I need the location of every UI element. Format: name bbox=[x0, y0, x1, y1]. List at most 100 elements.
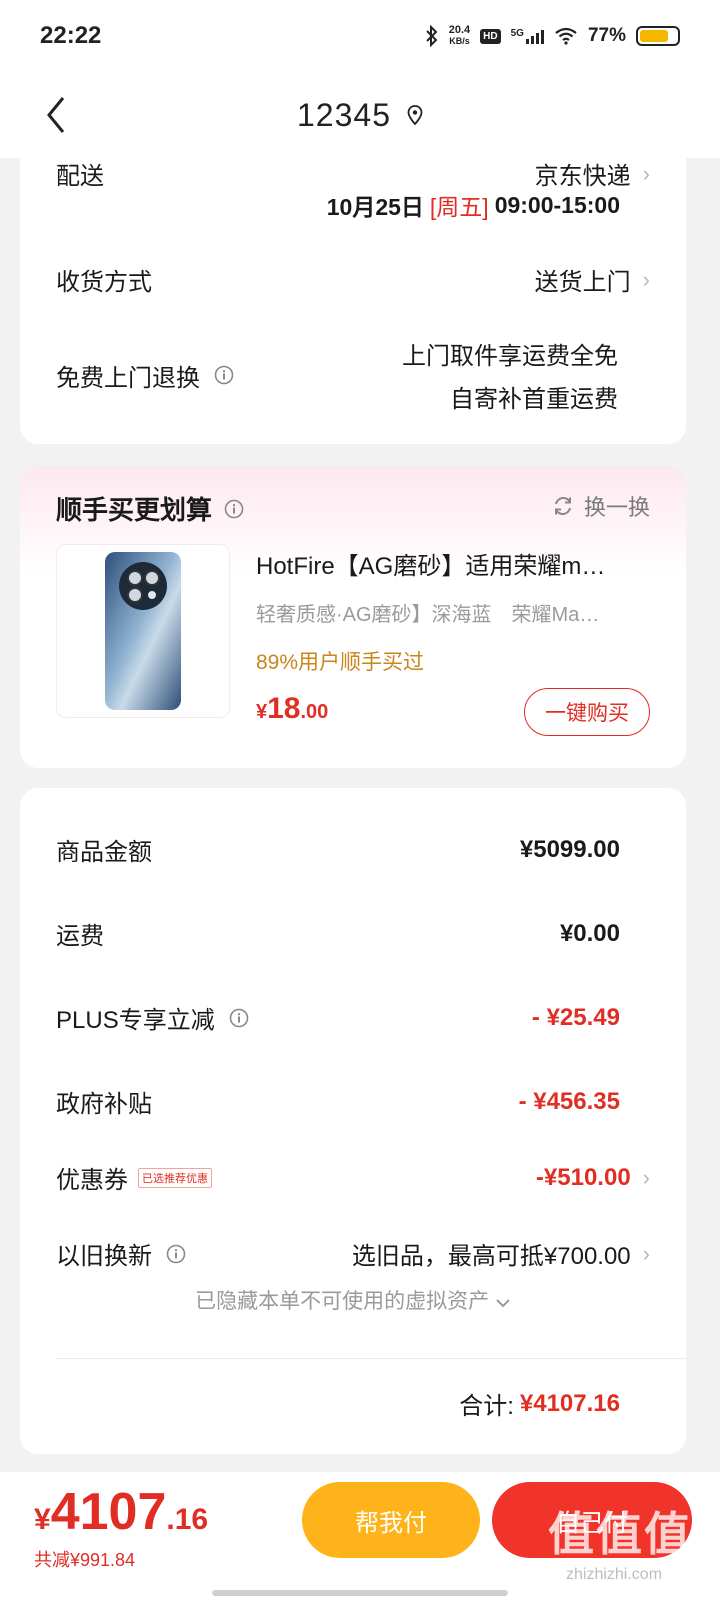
status-icons: 20.4 KB/s HD 5G 77% bbox=[425, 25, 680, 47]
cellular-signal-icon: 5G bbox=[511, 28, 544, 44]
total-row: 合计: ¥4107.16 bbox=[56, 1386, 650, 1421]
divider bbox=[56, 1358, 686, 1359]
schedule-value: 10月25日 [周五] 09:00-15:00 bbox=[327, 188, 620, 222]
recommend-title: 顺手买更划算 bbox=[56, 495, 213, 525]
location-pin-icon bbox=[407, 105, 423, 125]
schedule-row[interactable]: 10月25日 [周五] 09:00-15:00 bbox=[56, 188, 650, 222]
chevron-right-icon: › bbox=[642, 160, 650, 186]
info-icon[interactable] bbox=[224, 499, 244, 519]
status-time: 22:22 bbox=[40, 22, 102, 49]
net-speed-value: 20.4 bbox=[448, 24, 471, 36]
bluetooth-icon bbox=[426, 25, 438, 47]
trade-in-label: 以旧换新 bbox=[56, 1243, 152, 1270]
freight-label: 运费 bbox=[56, 923, 104, 950]
coupon-badge: 已选推荐优惠 bbox=[138, 1167, 212, 1188]
bottom-price-integer: 4107 bbox=[50, 1483, 167, 1541]
watermark-logo: 值值值 bbox=[548, 1508, 692, 1560]
one-click-buy-button[interactable]: 一键购买 bbox=[524, 688, 650, 736]
phone-case-image bbox=[105, 552, 181, 710]
goods-amount-label: 商品金额 bbox=[56, 839, 152, 866]
chevron-right-icon: › bbox=[642, 266, 650, 292]
chevron-left-icon bbox=[47, 97, 65, 133]
chevron-right-icon: › bbox=[642, 1164, 650, 1190]
refresh-label: 换一换 bbox=[583, 495, 650, 520]
receive-value: 送货上门 bbox=[534, 269, 631, 296]
shipping-label: 配送 bbox=[56, 163, 104, 190]
bottom-price-symbol: ¥ bbox=[34, 1503, 51, 1536]
shipping-value-wrap: 京东快递 › bbox=[535, 156, 650, 191]
bottom-action-bar: ¥4107.16 共减¥991.84 帮我付 自己付 值值值 zhizhizhi… bbox=[0, 1472, 720, 1600]
trade-in-row[interactable]: 以旧换新 选旧品，最高可抵¥700.00 › bbox=[56, 1236, 650, 1271]
back-button-overlay[interactable] bbox=[36, 90, 76, 140]
battery-icon bbox=[636, 26, 680, 46]
gov-subsidy-value: - ¥456.35 bbox=[518, 1087, 620, 1115]
receive-label: 收货方式 bbox=[56, 269, 152, 296]
free-return-value: 上门取件享运费全免 自寄补首重运费 bbox=[402, 336, 618, 414]
free-return-label: 免费上门退换 bbox=[56, 364, 200, 392]
plus-discount-value: - ¥25.49 bbox=[531, 1003, 620, 1031]
product-spec: 轻奢质感·AG磨砂】深海蓝 荣耀Ma… bbox=[256, 604, 600, 626]
shipping-value: 京东快递 bbox=[534, 163, 631, 190]
hidden-assets-label: 已隐藏本单不可使用的虚拟资产 bbox=[195, 1290, 490, 1313]
chevron-right-icon: › bbox=[642, 1240, 650, 1266]
schedule-time: 09:00-15:00 bbox=[494, 191, 620, 218]
trade-in-value: 选旧品，最高可抵¥700.00 bbox=[351, 1243, 631, 1270]
free-return-label-wrap: 免费上门退换 bbox=[56, 336, 234, 414]
refresh-icon bbox=[554, 496, 571, 516]
price-symbol: ¥ bbox=[256, 701, 268, 723]
info-icon[interactable] bbox=[214, 365, 234, 385]
net-speed: 20.4 KB/s bbox=[449, 25, 470, 47]
schedule-date: 10月25日 bbox=[326, 194, 424, 220]
free-return-line1: 上门取件享运费全免 bbox=[402, 343, 618, 370]
network-type: 5G bbox=[510, 28, 524, 39]
recommend-card: 顺手买更划算 换一换 HotFire【AG磨砂】适用荣耀m… 轻奢质感·AG磨砂… bbox=[20, 466, 686, 768]
battery-percent: 77% bbox=[587, 25, 626, 46]
net-speed-unit: KB/s bbox=[449, 36, 470, 46]
watermark-url: zhizhizhi.com bbox=[566, 1566, 663, 1583]
shipping-row[interactable]: 配送 京东快递 › bbox=[56, 156, 650, 191]
schedule-weekday: [周五] bbox=[429, 194, 489, 220]
price-decimal: .00 bbox=[300, 701, 329, 723]
nav-bar-overlay: 12345 bbox=[0, 72, 720, 158]
coupon-label-wrap: 优惠券 已选推荐优惠 bbox=[56, 1160, 212, 1195]
plus-discount-label: PLUS专享立减 bbox=[56, 1007, 215, 1034]
status-bar-overlay: 22:22 20.4 KB/s HD 5G 77% bbox=[0, 0, 720, 72]
gov-subsidy-label: 政府补贴 bbox=[56, 1091, 152, 1118]
receive-value-wrap: 送货上门 › bbox=[535, 262, 650, 297]
help-me-pay-button[interactable]: 帮我付 bbox=[302, 1482, 480, 1558]
refresh-button[interactable]: 换一换 bbox=[552, 490, 650, 522]
free-return-line2: 自寄补首重运费 bbox=[450, 386, 618, 413]
wifi-icon bbox=[555, 27, 577, 45]
product-price: ¥18.00 bbox=[256, 692, 328, 726]
home-indicator[interactable] bbox=[212, 1590, 508, 1596]
coupon-value: -¥510.00 bbox=[535, 1163, 631, 1191]
total-label: 合计: bbox=[459, 1393, 514, 1420]
coupon-row[interactable]: 优惠券 已选推荐优惠 -¥510.00 › bbox=[56, 1160, 650, 1195]
delivery-card: 配送 京东快递 › 10月25日 [周五] 09:00-15:00 收货方式 送… bbox=[20, 130, 686, 444]
price-summary-card: 商品金额 ¥5099.00 运费 ¥0.00 PLUS专享立减 - ¥25.49… bbox=[20, 788, 686, 1454]
goods-amount-row: 商品金额 ¥5099.00 bbox=[56, 832, 650, 867]
product-stat: 89%用户顺手买过 bbox=[256, 651, 425, 674]
trade-in-value-wrap: 选旧品，最高可抵¥700.00 › bbox=[352, 1236, 650, 1271]
chevron-down-icon bbox=[496, 1299, 510, 1308]
plus-discount-label-wrap: PLUS专享立减 bbox=[56, 1000, 249, 1035]
hd-icon: HD bbox=[480, 28, 501, 44]
coupon-label: 优惠券 bbox=[56, 1167, 128, 1194]
product-name[interactable]: HotFire【AG磨砂】适用荣耀m… bbox=[256, 546, 650, 581]
coupon-value-wrap: -¥510.00 › bbox=[536, 1160, 650, 1195]
trade-in-label-wrap: 以旧换新 bbox=[56, 1236, 186, 1271]
total-value: ¥4107.16 bbox=[519, 1389, 620, 1417]
hidden-assets-toggle[interactable]: 已隐藏本单不可使用的虚拟资产 bbox=[20, 1285, 686, 1315]
page-title-overlay[interactable]: 12345 bbox=[297, 97, 423, 134]
gov-subsidy-row: 政府补贴 - ¥456.35 bbox=[56, 1084, 650, 1119]
receive-method-row[interactable]: 收货方式 送货上门 › bbox=[56, 262, 650, 297]
info-icon[interactable] bbox=[166, 1244, 186, 1264]
plus-discount-row: PLUS专享立减 - ¥25.49 bbox=[56, 1000, 650, 1035]
total-saved: 共减¥991.84 bbox=[34, 1550, 136, 1570]
price-integer: 18 bbox=[267, 692, 301, 725]
freight-row: 运费 ¥0.00 bbox=[56, 916, 650, 951]
info-icon[interactable] bbox=[229, 1008, 249, 1028]
free-return-row: 免费上门退换 上门取件享运费全免 自寄补首重运费 bbox=[56, 336, 650, 414]
product-image[interactable] bbox=[56, 544, 230, 718]
bottom-total-price: ¥4107.16 bbox=[34, 1482, 208, 1542]
